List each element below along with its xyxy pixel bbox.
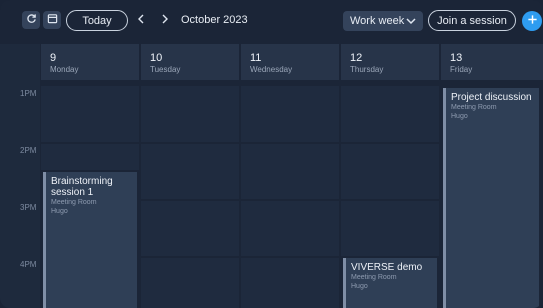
week-grid: 1PM 2PM 3PM 4PM 9 Monday Brainstorming s… [0,44,543,308]
event-card[interactable]: Project discussion Meeting Room Hugo [443,88,539,308]
toolbar: Today October 2023 Work week Join a sess… [0,0,543,42]
calendar-window: Today October 2023 Work week Join a sess… [0,0,543,308]
month-label: October 2023 [181,14,248,26]
time-slot[interactable] [141,144,239,199]
time-label: 1PM [20,89,37,98]
day-name: Monday [50,65,79,74]
today-label: Today [82,14,112,27]
day-header[interactable]: 13 Friday [441,44,543,80]
event-room: Meeting Room [351,274,397,281]
plus-icon [527,12,538,30]
add-button[interactable] [522,11,542,31]
event-title: VIVERSE demo [351,262,423,273]
time-slot[interactable] [241,201,339,256]
chevron-left-icon [137,11,145,29]
refresh-button[interactable] [22,11,40,29]
time-slot[interactable] [41,86,139,142]
event-owner: Hugo [51,208,68,215]
event-title: Brainstorming session 1 [51,176,113,198]
event-card[interactable]: VIVERSE demo Meeting Room Hugo [343,258,437,308]
day-name: Friday [450,65,473,74]
view-select-label: Work week [350,15,405,27]
day-column-monday: 9 Monday Brainstorming session 1 Meeting… [41,44,139,308]
join-session-label: Join a session [437,14,507,27]
time-slot[interactable] [341,86,439,142]
day-header[interactable]: 11 Wednesday [241,44,339,80]
day-number: 12 [350,52,363,64]
day-header[interactable]: 12 Thursday [341,44,439,80]
day-name: Thursday [350,65,384,74]
day-column-friday: 13 Friday Project discussion Meeting Roo… [441,44,543,308]
day-number: 9 [50,52,57,64]
time-slot[interactable] [341,201,439,256]
time-slot[interactable] [341,144,439,199]
day-name: Tuesday [150,65,181,74]
calendar-icon [47,11,58,29]
today-button[interactable]: Today [66,10,128,31]
time-slot[interactable] [241,86,339,142]
time-slot[interactable] [241,144,339,199]
event-title: Project discussion [451,92,532,103]
time-slot[interactable] [241,258,339,308]
time-label: 2PM [20,146,37,155]
event-owner: Hugo [451,113,468,120]
event-owner: Hugo [351,283,368,290]
time-label: 4PM [20,260,37,269]
chevron-right-icon [161,11,169,29]
day-column-tuesday: 10 Tuesday [141,44,239,308]
time-gutter: 1PM 2PM 3PM 4PM [0,44,40,308]
day-header[interactable]: 10 Tuesday [141,44,239,80]
time-slot[interactable] [141,201,239,256]
day-number: 10 [150,52,163,64]
day-column-wednesday: 11 Wednesday [241,44,339,308]
calendar-button[interactable] [43,11,61,29]
prev-week-button[interactable] [134,11,148,29]
day-number: 11 [250,52,262,64]
time-slot[interactable] [141,258,239,308]
event-room: Meeting Room [451,104,497,111]
next-week-button[interactable] [158,11,172,29]
day-number: 13 [450,52,463,64]
day-name: Wednesday [250,65,293,74]
time-label: 3PM [20,203,37,212]
view-select[interactable]: Work week [343,11,423,31]
event-room: Meeting Room [51,199,97,206]
event-card[interactable]: Brainstorming session 1 Meeting Room Hug… [43,172,137,308]
time-slot[interactable] [41,144,139,170]
time-slot[interactable] [141,86,239,142]
refresh-icon [26,11,37,29]
day-column-thursday: 12 Thursday VIVERSE demo Meeting Room Hu… [341,44,439,308]
day-header[interactable]: 9 Monday [41,44,139,80]
join-session-button[interactable]: Join a session [428,10,516,31]
